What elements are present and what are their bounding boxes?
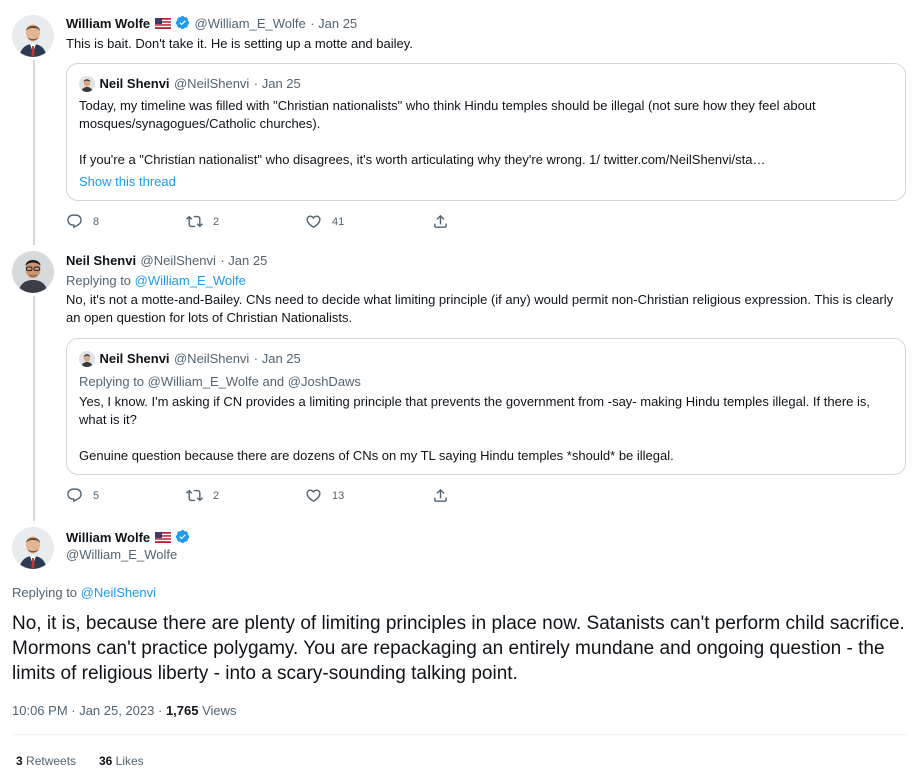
tweet-timestamp: 10:06 PM · Jan 25, 2023 · 1,765 Views: [12, 703, 237, 718]
engagement-stats: 3 Retweets 36 Likes: [16, 752, 144, 770]
replying-to: Replying to @William_E_Wolfe: [66, 272, 246, 290]
reply-count: 8: [93, 215, 100, 228]
replying-to-prefix: Replying to: [66, 273, 135, 288]
tweet-date: · Jan 25: [253, 351, 301, 366]
retweet-count: 2: [213, 489, 220, 502]
author-name[interactable]: William Wolfe: [66, 530, 150, 545]
likes-label: Likes: [112, 754, 144, 768]
quote-text: Yes, I know. I'm asking if CN provides a…: [79, 394, 871, 427]
reply-icon: [66, 213, 83, 230]
tweet-time[interactable]: 10:06 PM · Jan 25, 2023 ·: [12, 703, 166, 718]
us-flag-icon: [154, 16, 171, 34]
views-count: 1,765: [165, 703, 199, 718]
retweet-button[interactable]: 2: [186, 487, 219, 504]
retweets-label: Retweets: [22, 754, 77, 768]
tweet-header: William Wolfe @William_E_Wolfe · Jan 25: [66, 15, 357, 35]
quote-header: Neil Shenvi @NeilShenvi · Jan 25: [79, 350, 301, 368]
quote-text: Today, my timeline was filled with "Chri…: [79, 98, 816, 131]
tweet-header: Neil Shenvi @NeilShenvi · Jan 25: [66, 252, 267, 270]
verified-badge-icon: [175, 15, 190, 35]
quoted-tweet[interactable]: Neil Shenvi @NeilShenvi · Jan 25 Today, …: [66, 63, 906, 201]
replying-to-prefix: Replying to: [12, 585, 81, 600]
replying-to-link[interactable]: @William_E_Wolfe: [135, 273, 246, 288]
retweets-count: 3: [16, 754, 23, 768]
quote-replying-to: Replying to @William_E_Wolfe and @JoshDa…: [79, 374, 361, 389]
author-handle[interactable]: @William_E_Wolfe: [195, 16, 306, 31]
heart-icon: [305, 213, 322, 230]
quote-header: Neil Shenvi @NeilShenvi · Jan 25: [79, 75, 301, 93]
retweet-icon: [186, 213, 203, 230]
main-tweet-text: No, it is, because there are plenty of l…: [12, 613, 905, 684]
retweets-stat[interactable]: 3 Retweets: [16, 752, 76, 769]
author-handle: @NeilShenvi: [173, 76, 250, 91]
likes-stat[interactable]: 36 Likes: [99, 752, 144, 769]
author-handle[interactable]: @William_E_Wolfe: [66, 547, 177, 562]
tweet-header: William Wolfe: [66, 529, 190, 549]
author-name: Neil Shenvi: [99, 76, 170, 91]
tweet-date[interactable]: · Jan 25: [310, 16, 357, 31]
reply-icon: [66, 487, 83, 504]
reply-count: 5: [93, 489, 100, 502]
show-thread-link[interactable]: Show this thread: [79, 173, 176, 191]
like-count: 13: [332, 489, 345, 502]
tweet-text: No, it's not a motte-and-Bailey. CNs nee…: [66, 292, 894, 325]
like-button[interactable]: 41: [305, 213, 344, 230]
author-name[interactable]: Neil Shenvi: [66, 253, 136, 268]
verified-badge-icon: [175, 529, 190, 549]
like-count: 41: [332, 215, 345, 228]
author-handle: @NeilShenvi: [173, 351, 250, 366]
author-handle[interactable]: @NeilShenvi: [141, 253, 216, 268]
like-button[interactable]: 13: [305, 487, 344, 504]
retweet-count: 2: [213, 215, 220, 228]
tweet-text: This is bait. Don't take it. He is setti…: [66, 36, 413, 51]
tweet-date[interactable]: · Jan 25: [220, 253, 267, 268]
author-name[interactable]: William Wolfe: [66, 16, 150, 31]
retweet-icon: [186, 487, 203, 504]
share-button[interactable]: [432, 213, 449, 230]
retweet-button[interactable]: 2: [186, 213, 219, 230]
avatar: [79, 75, 95, 92]
quoted-tweet[interactable]: Neil Shenvi @NeilShenvi · Jan 25 Replyin…: [66, 338, 906, 475]
avatar[interactable]: [12, 527, 54, 569]
thread-line: [33, 296, 35, 521]
quote-text: If you're a "Christian nationalist" who …: [79, 152, 766, 167]
reply-button[interactable]: 8: [66, 213, 99, 230]
avatar[interactable]: [12, 251, 54, 293]
views-label: Views: [198, 703, 237, 718]
avatar: [79, 350, 95, 367]
tweet-date: · Jan 25: [253, 76, 301, 91]
avatar[interactable]: [12, 15, 54, 57]
likes-count: 36: [98, 754, 113, 768]
author-name: Neil Shenvi: [99, 351, 170, 366]
quote-text: Genuine question because there are dozen…: [79, 448, 674, 463]
reply-button[interactable]: 5: [66, 487, 99, 504]
replying-to: Replying to @NeilShenvi: [12, 584, 156, 602]
heart-icon: [305, 487, 322, 504]
us-flag-icon: [154, 530, 171, 548]
replying-to-link[interactable]: @NeilShenvi: [81, 585, 156, 600]
divider: [12, 734, 907, 735]
share-icon: [432, 213, 449, 230]
share-icon: [432, 487, 449, 504]
thread-line: [33, 60, 35, 245]
share-button[interactable]: [432, 487, 449, 504]
